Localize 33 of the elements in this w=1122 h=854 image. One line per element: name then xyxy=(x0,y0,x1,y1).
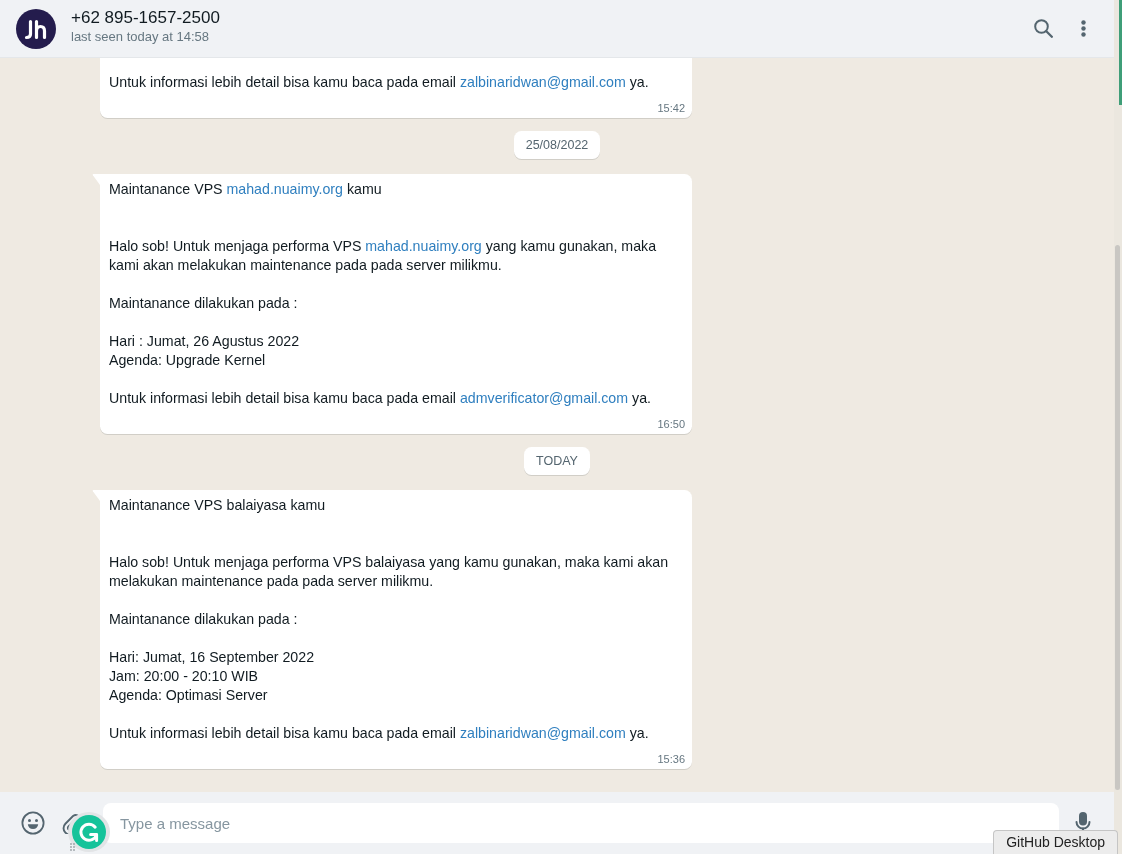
text-link[interactable]: mahad.nuaimy.org xyxy=(365,238,482,254)
menu-icon[interactable] xyxy=(1081,20,1086,37)
date-chip: 25/08/2022 xyxy=(513,131,601,159)
message-text: Halo sob! Untuk menjaga performa VPS balaiyasa yang kamu gunakan, maka kami akan melakukan maintenance pada pada server milikmu. xyxy=(109,553,670,591)
message-text: Agenda: Upgrade Kernel xyxy=(109,351,267,370)
tooltip: GitHub Desktop xyxy=(993,830,1118,854)
text-link[interactable]: mahad.nuaimy.org xyxy=(226,181,343,197)
scrollbar-thumb[interactable] xyxy=(1115,245,1120,790)
last-seen-status: last seen today at 14:58 xyxy=(71,28,210,46)
smiley-icon[interactable] xyxy=(21,811,45,835)
contact-name: +62 895-1657-2500 xyxy=(71,7,220,28)
message-time: 16:50 xyxy=(657,417,685,432)
message-title: Maintanance VPS mahad.nuaimy.org kamu xyxy=(109,180,383,199)
message-text: Agenda: Optimasi Server xyxy=(109,686,269,705)
search-icon[interactable] xyxy=(1034,19,1053,38)
date-chip: TODAY xyxy=(524,447,590,475)
message-title: Maintanance VPS balaiyasa kamu xyxy=(109,496,327,515)
text-link[interactable]: zalbinaridwan@gmail.com xyxy=(459,74,626,90)
drag-handle-icon[interactable] xyxy=(70,843,75,851)
text-link[interactable]: admverificator@gmail.com xyxy=(459,390,629,406)
message-text: Untuk informasi lebih detail bisa kamu baca pada email admverificator@gmail.com ya. xyxy=(109,389,652,408)
message-text: Maintanance dilakukan pada : xyxy=(109,610,299,629)
message-text: Untuk informasi lebih detail bisa kamu baca pada email zalbinaridwan@gmail.com ya. xyxy=(109,73,650,92)
message-text: Hari: Jumat, 16 September 2022 xyxy=(109,648,316,667)
message-text: Jam: 20:00 - 20:10 WIB xyxy=(109,667,260,686)
message-text: Halo sob! Untuk menjaga performa VPS mahad.nuaimy.org yang kamu gunakan, maka kami akan melakukan maintenance pada pada server milikmu. xyxy=(109,237,658,275)
message-time: 15:36 xyxy=(657,752,685,767)
message-text: Hari : Jumat, 26 Agustus 2022 xyxy=(109,332,301,351)
avatar-icon[interactable] xyxy=(16,8,56,49)
text-link[interactable]: zalbinaridwan@gmail.com xyxy=(459,725,626,741)
message-text: Untuk informasi lebih detail bisa kamu baca pada email zalbinaridwan@gmail.com ya. xyxy=(109,724,650,743)
message-text: Maintanance dilakukan pada : xyxy=(109,294,299,313)
message-time: 15:42 xyxy=(657,101,685,116)
